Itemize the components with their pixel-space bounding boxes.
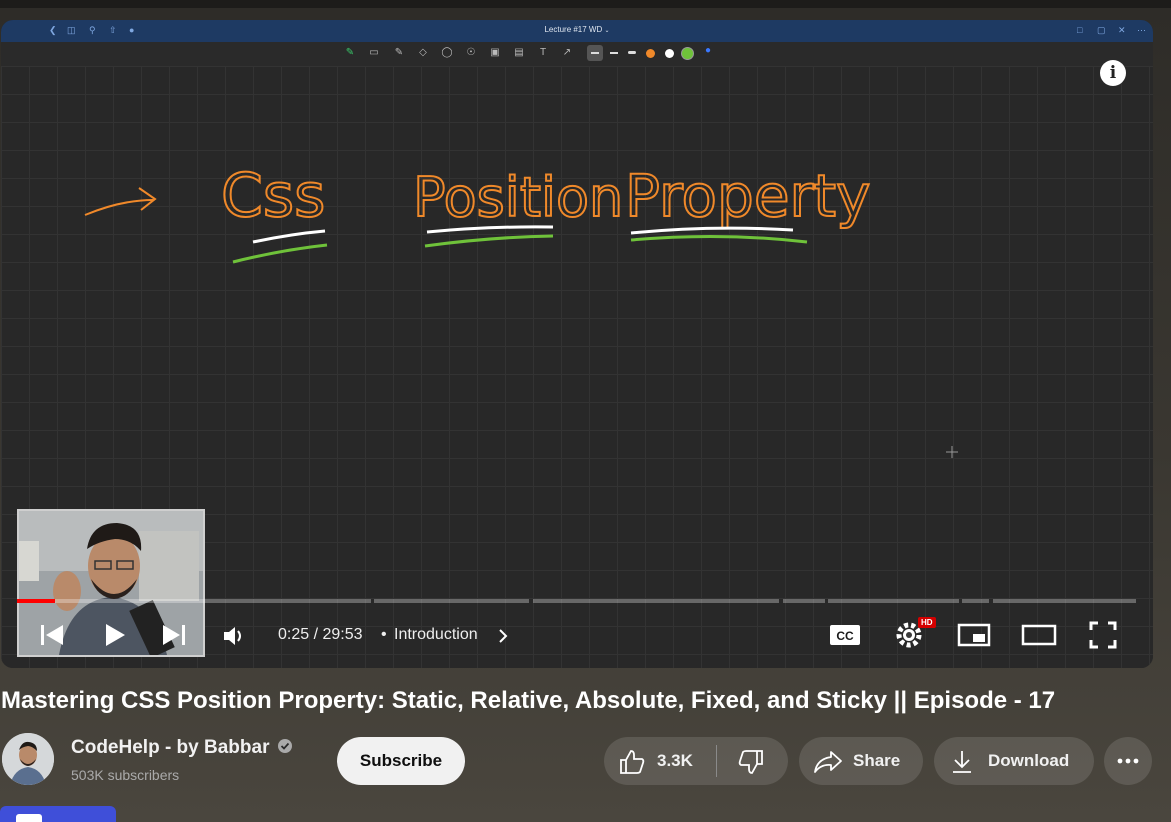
verified-icon — [277, 739, 292, 753]
partial-bottom-button-icon — [16, 814, 42, 822]
miniplayer-icon[interactable] — [957, 622, 991, 648]
previous-icon[interactable] — [38, 622, 66, 648]
thumbs-down-icon — [738, 750, 763, 774]
download-label: Download — [988, 751, 1070, 770]
underline-green-2 — [424, 234, 554, 248]
chapter-segment[interactable] — [993, 599, 1136, 603]
volume-icon[interactable] — [222, 624, 248, 648]
download-button[interactable]: Download — [934, 737, 1094, 785]
partial-bottom-button[interactable] — [0, 806, 116, 822]
hd-badge: HD — [918, 617, 936, 628]
chapter-segment[interactable] — [17, 599, 371, 603]
subscriber-count: 503K subscribers — [71, 767, 180, 783]
share-label: Share — [853, 751, 901, 770]
chapter-title[interactable]: Introduction — [394, 626, 478, 644]
browser-top-strip — [0, 0, 1171, 8]
video-title: Mastering CSS Position Property: Static,… — [1, 687, 1056, 714]
chapter-segment[interactable] — [828, 599, 959, 603]
dislike-button[interactable] — [717, 737, 788, 785]
cursor-crosshair — [946, 446, 958, 458]
progress-bar[interactable] — [17, 599, 1136, 603]
share-button[interactable]: Share — [799, 737, 923, 785]
more-horizontal-icon — [1117, 758, 1139, 764]
chapter-bullet: • — [381, 626, 387, 643]
underline-white-1 — [252, 229, 326, 244]
more-actions-button[interactable] — [1104, 737, 1152, 785]
chapter-segment[interactable] — [533, 599, 779, 603]
chapter-segment[interactable] — [783, 599, 825, 603]
captions-icon[interactable]: CC — [829, 622, 861, 648]
channel-avatar[interactable] — [2, 733, 54, 785]
like-dislike-group: 3.3K — [604, 737, 788, 785]
time-display: 0:25 / 29:53 — [278, 626, 363, 643]
download-icon — [953, 751, 971, 773]
thumbs-up-icon — [620, 750, 645, 774]
play-icon[interactable] — [103, 622, 127, 648]
chevron-right-icon[interactable] — [496, 628, 510, 644]
info-icon[interactable]: i — [1100, 60, 1126, 86]
channel-name[interactable]: CodeHelp - by Babbar — [71, 737, 293, 759]
next-icon[interactable] — [160, 622, 188, 648]
word-property: Property — [625, 162, 870, 230]
progress-played — [17, 599, 55, 603]
like-count: 3.3K — [657, 751, 693, 770]
share-icon — [814, 751, 842, 773]
fullscreen-icon[interactable] — [1088, 620, 1118, 650]
subscribe-button[interactable]: Subscribe — [337, 737, 465, 785]
arrow-head — [138, 187, 157, 211]
word-css: Css — [221, 161, 325, 231]
underline-green-1 — [232, 243, 328, 264]
word-position: Position — [413, 166, 623, 229]
underline-green-3 — [630, 234, 808, 244]
chapter-segment[interactable] — [962, 599, 989, 603]
svg-text:CC: CC — [836, 629, 854, 643]
like-button[interactable]: 3.3K — [604, 737, 716, 785]
chapter-segment[interactable] — [374, 599, 529, 603]
theater-mode-icon[interactable] — [1021, 622, 1057, 648]
